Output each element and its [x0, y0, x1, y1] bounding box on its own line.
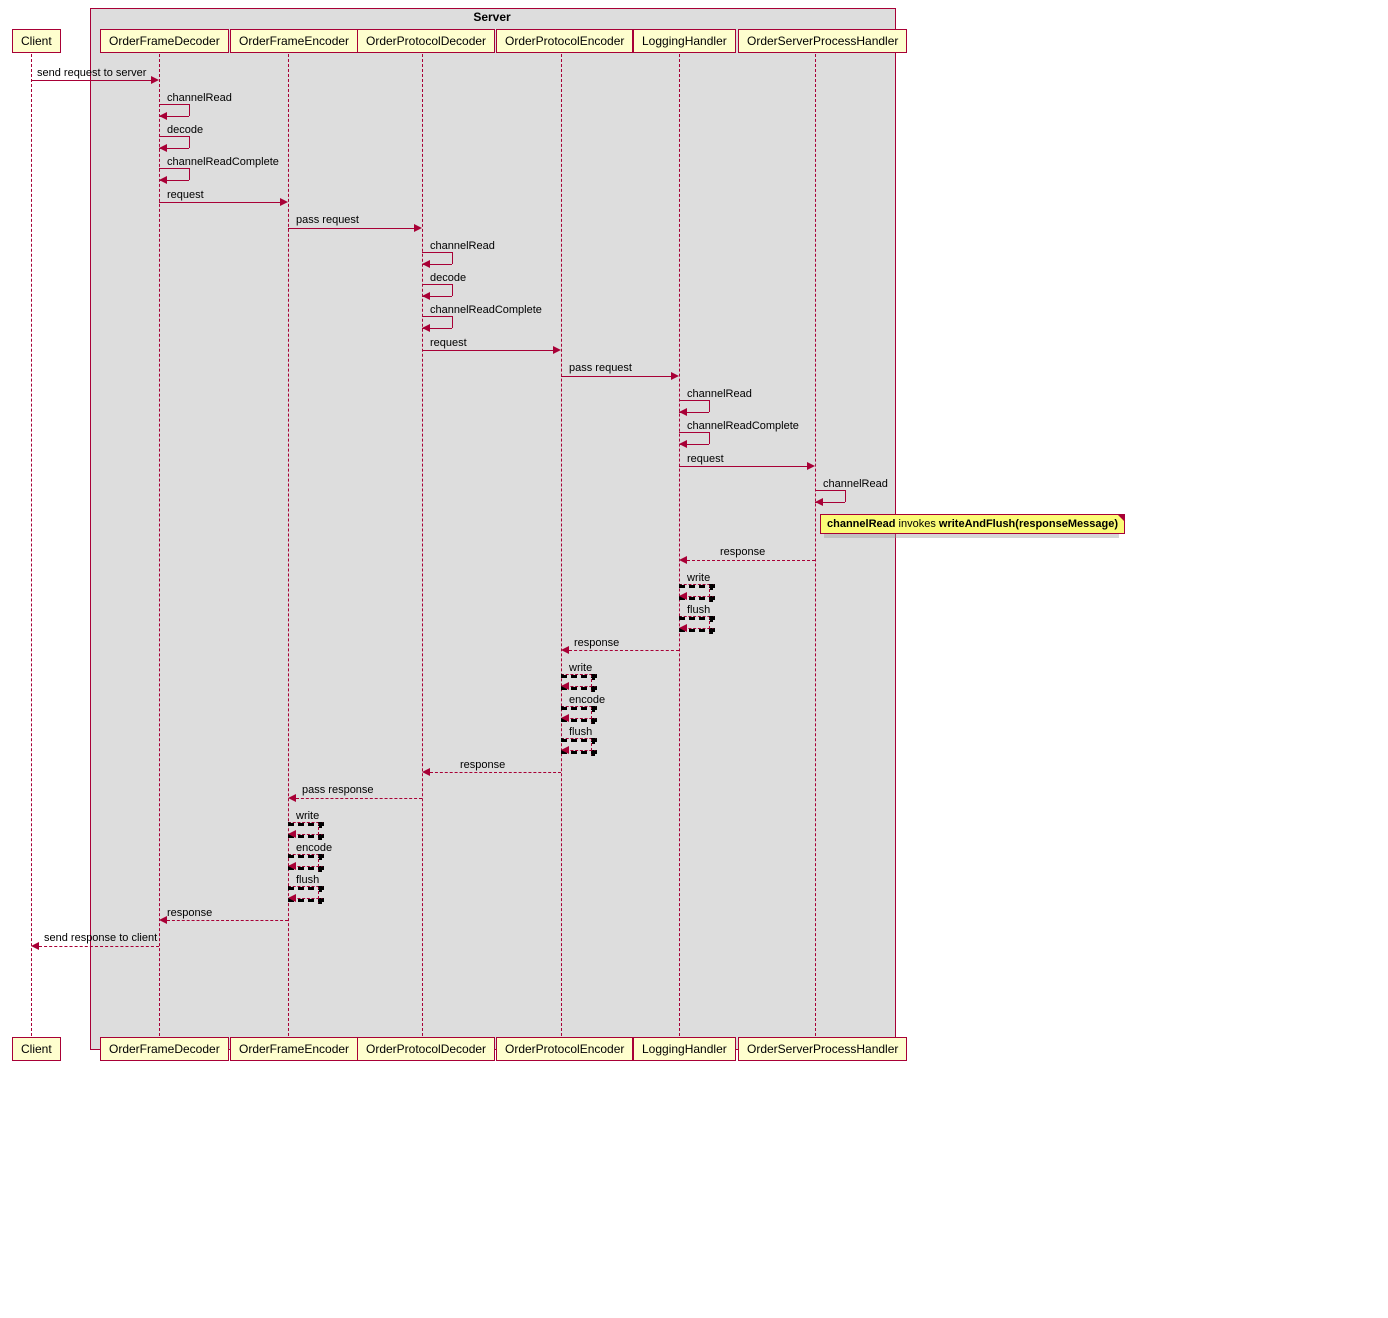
- participant-client-top: Client: [12, 29, 61, 53]
- msg-decode: decode: [430, 272, 466, 284]
- arrow: [679, 466, 807, 467]
- msg-channelReadComplete: channelReadComplete: [167, 156, 279, 168]
- msg-channelReadComplete: channelReadComplete: [430, 304, 542, 316]
- arrow-head-icon: [159, 112, 167, 120]
- msg-send-request: send request to server: [37, 67, 146, 79]
- participant-log-top: LoggingHandler: [633, 29, 736, 53]
- arrow: [687, 560, 815, 561]
- lifeline-log: [679, 54, 680, 1036]
- arrow-head-icon: [561, 714, 569, 722]
- msg-write: write: [687, 572, 710, 584]
- arrow-head-icon: [561, 746, 569, 754]
- participant-ope-top: OrderProtocolEncoder: [496, 29, 633, 53]
- arrow-head-icon: [422, 324, 430, 332]
- server-box-title: Server: [90, 10, 894, 24]
- participant-opd-top: OrderProtocolDecoder: [357, 29, 495, 53]
- arrow-head-icon: [159, 144, 167, 152]
- arrow: [569, 650, 679, 651]
- arrow-head-icon: [280, 198, 288, 206]
- arrow: [422, 350, 553, 351]
- msg-flush: flush: [569, 726, 592, 738]
- participant-ofe-bottom: OrderFrameEncoder: [230, 1037, 358, 1061]
- msg-channelRead: channelRead: [687, 388, 752, 400]
- arrow-head-icon: [679, 592, 687, 600]
- arrow-head-icon: [31, 942, 39, 950]
- msg-write: write: [569, 662, 592, 674]
- arrow-head-icon: [288, 894, 296, 902]
- arrow-head-icon: [553, 346, 561, 354]
- msg-pass-response: pass response: [302, 784, 374, 796]
- msg-flush: flush: [687, 604, 710, 616]
- note-text: invokes: [895, 518, 938, 530]
- arrow-head-icon: [422, 260, 430, 268]
- arrow: [296, 798, 422, 799]
- arrow: [561, 376, 671, 377]
- arrow-head-icon: [151, 76, 159, 84]
- arrow: [167, 920, 288, 921]
- msg-channelRead: channelRead: [430, 240, 495, 252]
- msg-decode: decode: [167, 124, 203, 136]
- msg-pass-request: pass request: [296, 214, 359, 226]
- arrow-head-icon: [288, 862, 296, 870]
- arrow: [430, 772, 561, 773]
- arrow-head-icon: [422, 292, 430, 300]
- lifeline-client: [31, 54, 32, 1036]
- arrow-head-icon: [679, 624, 687, 632]
- msg-write: write: [296, 810, 319, 822]
- arrow-head-icon: [561, 646, 569, 654]
- msg-encode: encode: [296, 842, 332, 854]
- arrow-head-icon: [561, 682, 569, 690]
- msg-response: response: [167, 907, 212, 919]
- arrow-head-icon: [671, 372, 679, 380]
- msg-flush: flush: [296, 874, 319, 886]
- msg-send-response: send response to client: [44, 932, 157, 944]
- participant-ofe-top: OrderFrameEncoder: [230, 29, 358, 53]
- arrow-head-icon: [679, 440, 687, 448]
- note-writeandflush: channelRead invokes writeAndFlush(respon…: [820, 514, 1125, 534]
- sequence-diagram: Server Client OrderFrameDecoder OrderFra…: [4, 4, 1132, 1066]
- note-bold-1: channelRead: [827, 518, 895, 530]
- msg-response: response: [460, 759, 505, 771]
- participant-log-bottom: LoggingHandler: [633, 1037, 736, 1061]
- arrow-head-icon: [807, 462, 815, 470]
- msg-pass-request: pass request: [569, 362, 632, 374]
- arrow-head-icon: [288, 830, 296, 838]
- participant-ofd-bottom: OrderFrameDecoder: [100, 1037, 229, 1061]
- arrow-head-icon: [159, 916, 167, 924]
- note-bold-2: writeAndFlush(responseMessage): [939, 518, 1118, 530]
- msg-channelReadComplete: channelReadComplete: [687, 420, 799, 432]
- arrow-head-icon: [422, 768, 430, 776]
- msg-response: response: [720, 546, 765, 558]
- arrow-head-icon: [159, 176, 167, 184]
- arrow: [159, 202, 280, 203]
- arrow-head-icon: [679, 556, 687, 564]
- msg-request: request: [430, 337, 467, 349]
- participant-ofd-top: OrderFrameDecoder: [100, 29, 229, 53]
- participant-opd-bottom: OrderProtocolDecoder: [357, 1037, 495, 1061]
- arrow: [39, 946, 159, 947]
- participant-ope-bottom: OrderProtocolEncoder: [496, 1037, 633, 1061]
- arrow: [288, 228, 414, 229]
- msg-channelRead: channelRead: [167, 92, 232, 104]
- participant-osph-bottom: OrderServerProcessHandler: [738, 1037, 907, 1061]
- participant-client-bottom: Client: [12, 1037, 61, 1061]
- participant-osph-top: OrderServerProcessHandler: [738, 29, 907, 53]
- msg-encode: encode: [569, 694, 605, 706]
- arrow-head-icon: [815, 498, 823, 506]
- arrow-head-icon: [679, 408, 687, 416]
- msg-request: request: [167, 189, 204, 201]
- msg-response: response: [574, 637, 619, 649]
- msg-request: request: [687, 453, 724, 465]
- lifeline-opd: [422, 54, 423, 1036]
- arrow-head-icon: [414, 224, 422, 232]
- lifeline-ope: [561, 54, 562, 1036]
- lifeline-osph: [815, 54, 816, 1036]
- arrow-head-icon: [288, 794, 296, 802]
- arrow: [31, 80, 151, 81]
- msg-channelRead: channelRead: [823, 478, 888, 490]
